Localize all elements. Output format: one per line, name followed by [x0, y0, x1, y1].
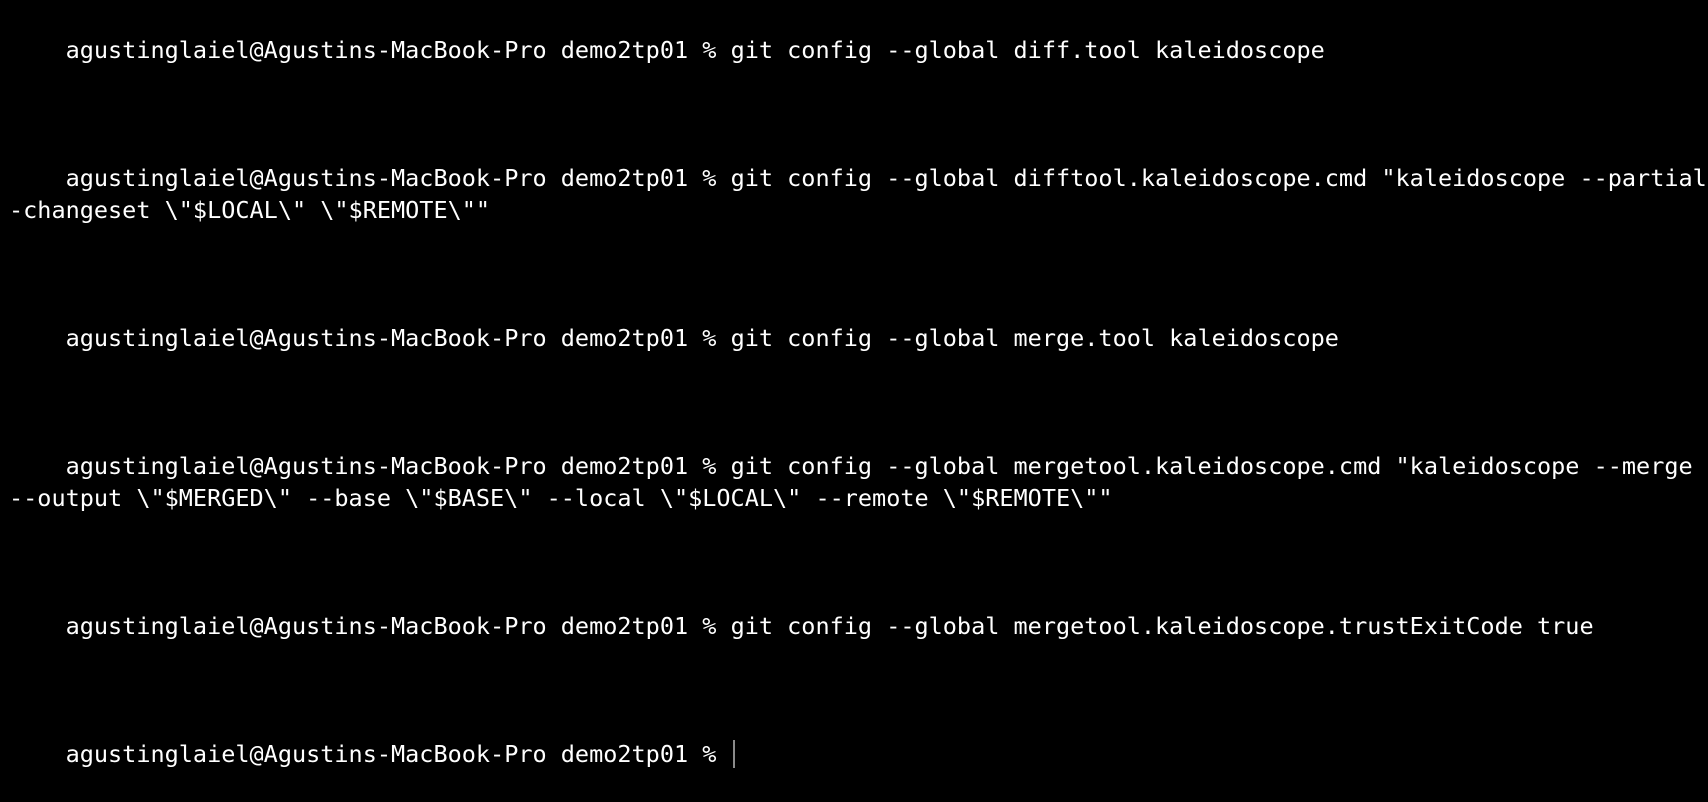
- terminal-line: agustinglaiel@Agustins-MacBook-Pro demo2…: [9, 290, 1708, 386]
- shell-prompt: agustinglaiel@Agustins-MacBook-Pro demo2…: [65, 164, 731, 192]
- shell-prompt: agustinglaiel@Agustins-MacBook-Pro demo2…: [65, 612, 731, 640]
- shell-prompt: agustinglaiel@Agustins-MacBook-Pro demo2…: [65, 740, 731, 768]
- text-cursor: [732, 740, 735, 768]
- shell-prompt: agustinglaiel@Agustins-MacBook-Pro demo2…: [65, 324, 731, 352]
- shell-prompt: agustinglaiel@Agustins-MacBook-Pro demo2…: [65, 36, 731, 64]
- terminal-line: agustinglaiel@Agustins-MacBook-Pro demo2…: [9, 418, 1708, 546]
- command-text: git config --global mergetool.kaleidosco…: [730, 612, 1594, 640]
- terminal-line: agustinglaiel@Agustins-MacBook-Pro demo2…: [9, 130, 1708, 258]
- active-input-line[interactable]: agustinglaiel@Agustins-MacBook-Pro demo2…: [9, 706, 1708, 802]
- shell-prompt: agustinglaiel@Agustins-MacBook-Pro demo2…: [65, 452, 731, 480]
- terminal-line: agustinglaiel@Agustins-MacBook-Pro demo2…: [9, 2, 1708, 98]
- command-text: git config --global diff.tool kaleidosco…: [730, 36, 1325, 64]
- terminal-window[interactable]: agustinglaiel@Agustins-MacBook-Pro demo2…: [0, 0, 1708, 768]
- terminal-line: agustinglaiel@Agustins-MacBook-Pro demo2…: [9, 578, 1708, 674]
- command-text: git config --global merge.tool kaleidosc…: [730, 324, 1339, 352]
